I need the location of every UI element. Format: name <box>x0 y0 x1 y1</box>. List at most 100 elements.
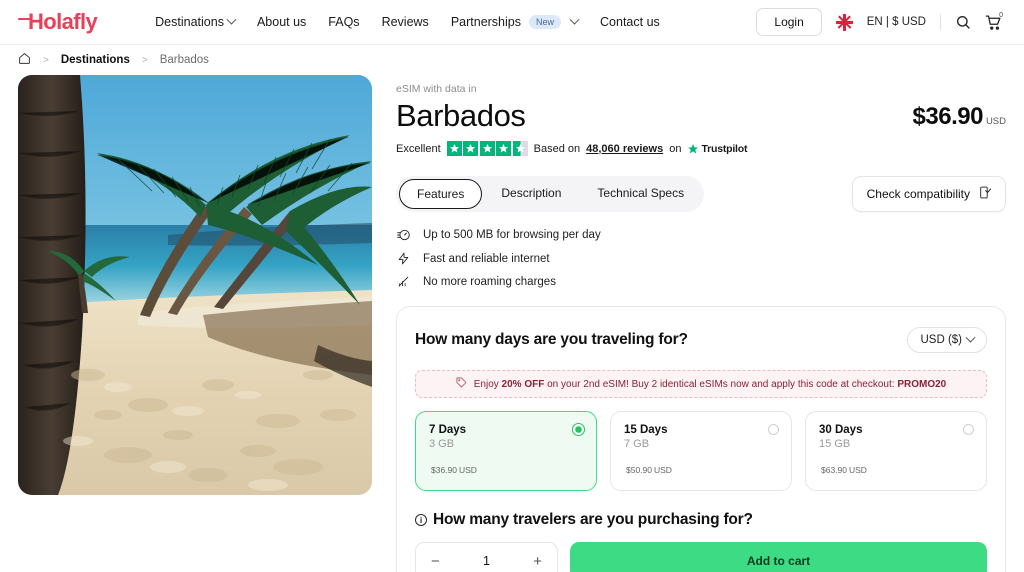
product-column: eSIM with data in Barbados $36.90 USD Ex… <box>396 75 1006 572</box>
product-tabs: Features Description Technical Specs <box>396 176 705 213</box>
plan-price: $50.90 USD <box>624 464 778 476</box>
breadcrumb-item-barbados: Barbados <box>159 54 209 66</box>
plan-data: 15 GB <box>819 438 851 451</box>
travelers-header: i How many travelers are you purchasing … <box>415 511 987 529</box>
new-badge: New <box>529 15 562 29</box>
product-price-currency: USD <box>985 116 1006 127</box>
main-navigation: Destinations About us FAQs Reviews Partn… <box>155 14 660 29</box>
hero-column <box>18 75 372 572</box>
quantity-value[interactable]: 1 <box>483 554 490 568</box>
plan-duration: 30 Days <box>819 424 863 437</box>
days-question: How many days are you traveling for? <box>415 331 688 349</box>
plan-price: $63.90 USD <box>819 464 973 476</box>
promo-middle: on your 2nd eSIM! Buy 2 identical eSIMs … <box>544 378 898 390</box>
plan-price-value: $50.90 <box>626 465 652 476</box>
lightning-bolt-icon <box>396 252 411 265</box>
feature-item: Fast and reliable internet <box>396 252 1006 265</box>
phone-check-icon <box>978 186 992 202</box>
plan-price-value: $63.90 <box>821 465 847 476</box>
star-icon <box>463 141 479 157</box>
promo-discount: 20% OFF <box>501 378 545 390</box>
nav-label: Destinations <box>155 15 224 29</box>
nav-item-reviews[interactable]: Reviews <box>382 15 429 29</box>
product-price: $36.90 <box>912 103 984 130</box>
add-to-cart-button[interactable]: Add to cart <box>570 542 987 572</box>
panel-header: How many days are you traveling for? USD… <box>415 327 987 354</box>
tab-description[interactable]: Description <box>484 179 578 209</box>
holafly-logo[interactable]: Holafly <box>17 9 98 35</box>
plan-data: 7 GB <box>624 438 650 451</box>
currency-selector[interactable]: USD ($) <box>907 327 987 354</box>
plan-options: 7 Days 3 GB $36.90 USD 15 Days 7 GB $50.9… <box>415 411 987 492</box>
plan-option-15-days[interactable]: 15 Days 7 GB $50.90 USD <box>610 411 792 492</box>
trustpilot-name: Trustpilot <box>701 142 748 155</box>
promo-text: Enjoy 20% OFF on your 2nd eSIM! Buy 2 id… <box>474 379 946 390</box>
currency-value: USD ($) <box>920 334 962 347</box>
nav-item-partnerships[interactable]: Partnerships New <box>450 14 580 29</box>
nav-label: Partnerships <box>450 15 521 29</box>
quantity-stepper: − 1 + <box>415 542 558 572</box>
reviews-link[interactable]: 48,060 reviews <box>586 143 663 155</box>
purchase-panel: How many days are you traveling for? USD… <box>396 306 1006 572</box>
cart-count: 0 <box>999 11 1003 19</box>
nav-item-contact-us[interactable]: Contact us <box>600 15 660 29</box>
nav-item-destinations[interactable]: Destinations <box>155 14 237 29</box>
breadcrumb-separator: > <box>141 54 148 66</box>
decrement-button[interactable]: − <box>431 554 440 569</box>
tab-technical-specs[interactable]: Technical Specs <box>580 179 701 209</box>
plan-price-currency: USD <box>654 465 672 476</box>
title-row: Barbados $36.90 USD <box>396 98 1006 133</box>
plan-price-value: $36.90 <box>431 465 457 476</box>
nav-label: Contact us <box>600 15 660 29</box>
main-content: eSIM with data in Barbados $36.90 USD Ex… <box>0 75 1024 572</box>
nav-item-faqs[interactable]: FAQs <box>328 15 359 29</box>
tab-features[interactable]: Features <box>399 179 483 210</box>
plan-duration: 15 Days <box>624 424 668 437</box>
login-button[interactable]: Login <box>756 8 822 36</box>
promo-code: PROMO20 <box>897 378 947 390</box>
promo-prefix: Enjoy <box>473 378 502 390</box>
purchase-row: − 1 + Add to cart <box>415 542 987 572</box>
destination-hero-image <box>18 75 372 495</box>
breadcrumb-item-destinations[interactable]: Destinations <box>61 54 130 66</box>
rating-on: on <box>669 142 682 155</box>
check-compatibility-button[interactable]: Check compatibility <box>851 176 1006 213</box>
travelers-question: How many travelers are you purchasing fo… <box>433 511 753 529</box>
tag-icon <box>456 377 467 391</box>
product-price-block: $36.90 USD <box>913 99 1006 131</box>
trustpilot-rating: Excellent Based on 48,060 reviews on Tru… <box>396 141 1006 157</box>
locale-selector[interactable]: EN | $ USD <box>867 16 926 28</box>
plan-option-7-days[interactable]: 7 Days 3 GB $36.90 USD <box>415 411 597 492</box>
plan-option-30-days[interactable]: 30 Days 15 GB $63.90 USD <box>805 411 987 492</box>
star-icon <box>446 141 462 157</box>
plan-price: $36.90 USD <box>429 464 583 476</box>
chevron-down-icon <box>965 332 976 343</box>
features-list: Up to 500 MB for browsing per day Fast a… <box>396 228 1006 288</box>
star-icon <box>496 141 512 157</box>
page-title: Barbados <box>396 98 526 133</box>
trustpilot-logo[interactable]: Trustpilot <box>687 143 747 155</box>
star-half-icon <box>512 141 528 157</box>
no-roaming-icon <box>396 275 411 288</box>
increment-button[interactable]: + <box>533 554 542 569</box>
feature-text: No more roaming charges <box>423 275 556 288</box>
feature-item: Up to 500 MB for browsing per day <box>396 228 1006 242</box>
nav-label: About us <box>256 15 307 29</box>
star-icon <box>479 141 495 157</box>
plan-duration: 7 Days <box>429 424 467 437</box>
divider <box>940 14 941 30</box>
header-actions: Login EN | $ USD 0 <box>756 8 1003 36</box>
nav-item-about-us[interactable]: About us <box>257 15 306 29</box>
rating-stars <box>446 141 528 157</box>
speed-gauge-icon <box>396 228 411 242</box>
nav-label: Reviews <box>381 15 429 29</box>
cart-icon[interactable]: 0 <box>985 11 1003 31</box>
breadcrumb: > Destinations > Barbados <box>0 45 1024 75</box>
home-icon[interactable] <box>18 52 31 68</box>
product-eyebrow: eSIM with data in <box>396 83 477 95</box>
chevron-down-icon <box>226 14 237 25</box>
uk-flag-icon[interactable] <box>835 13 853 31</box>
search-icon[interactable] <box>955 14 971 30</box>
info-icon[interactable]: i <box>415 514 427 527</box>
plan-price-currency: USD <box>849 465 867 476</box>
